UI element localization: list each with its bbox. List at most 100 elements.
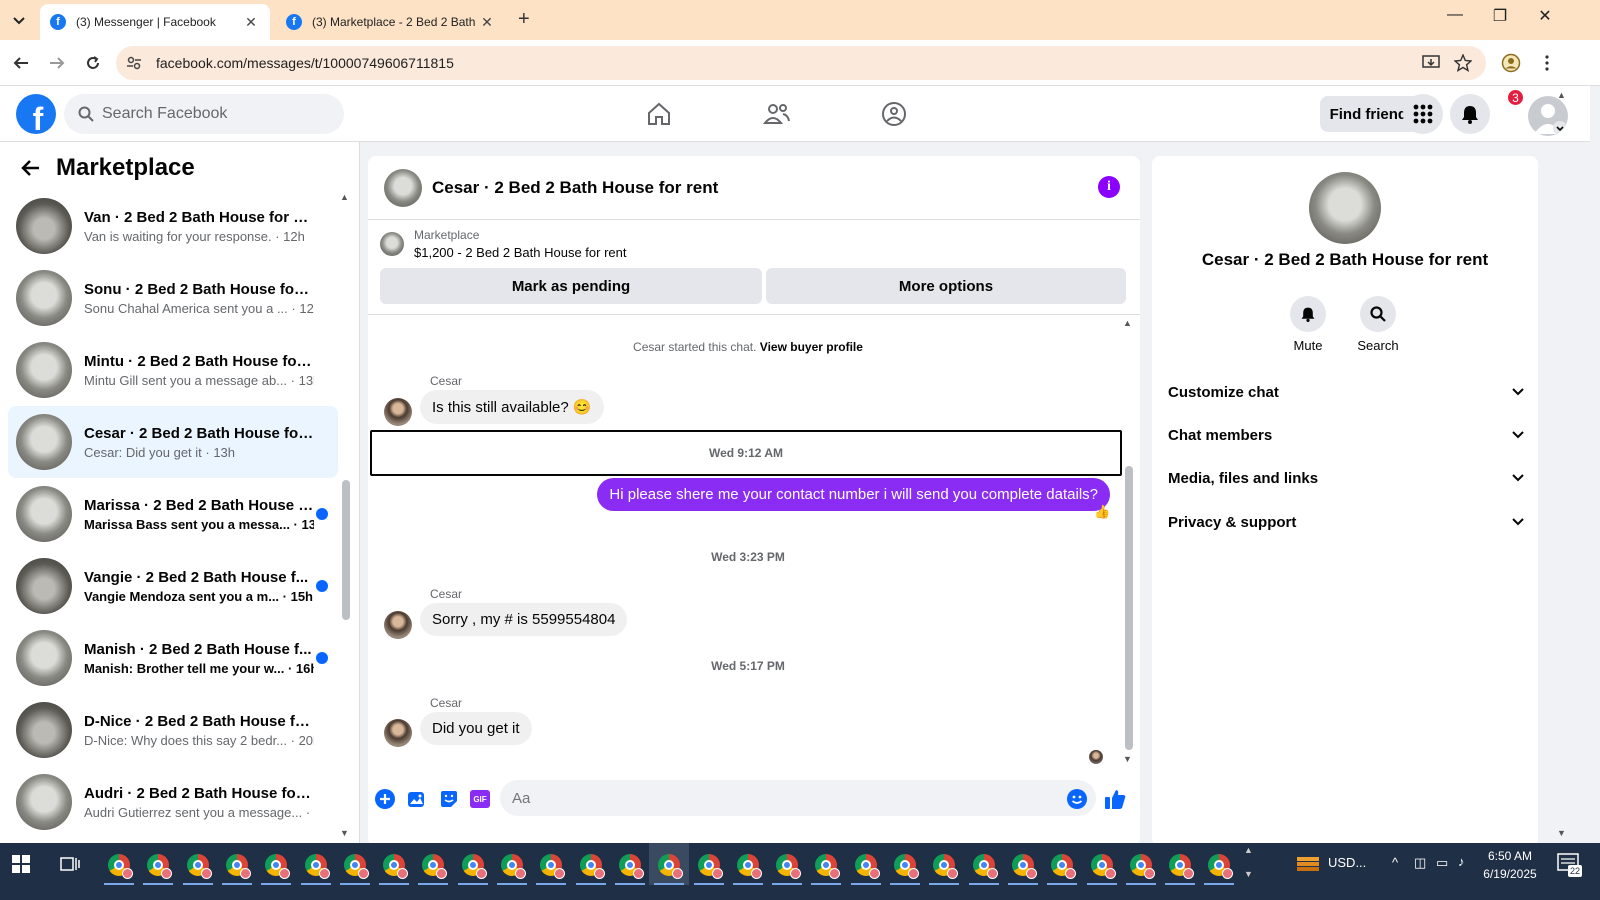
- chrome-taskbar-icon[interactable]: [736, 854, 762, 879]
- facebook-search-input[interactable]: Search Facebook: [64, 94, 344, 134]
- chrome-taskbar-icon[interactable]: [854, 854, 880, 879]
- chrome-taskbar-icon[interactable]: [1051, 854, 1077, 879]
- browser-tab-marketplace[interactable]: f (3) Marketplace - 2 Bed 2 Bath H ✕: [276, 4, 506, 40]
- profile-icon[interactable]: [1500, 52, 1522, 74]
- chrome-taskbar-icon[interactable]: [383, 854, 409, 879]
- chrome-taskbar-icon[interactable]: [1011, 854, 1037, 879]
- chrome-taskbar-icon[interactable]: [972, 854, 998, 879]
- volume-icon[interactable]: ♪: [1458, 854, 1465, 869]
- back-arrow-icon[interactable]: [20, 159, 40, 177]
- page-scroll-up-arrow-icon[interactable]: ▲: [1557, 90, 1566, 100]
- chrome-taskbar-icon[interactable]: [343, 854, 369, 879]
- conversation-item[interactable]: Audri · 2 Bed 2 Bath House for r... Audri…: [8, 766, 338, 838]
- chrome-taskbar-icon[interactable]: [501, 854, 526, 879]
- chrome-taskbar-icon[interactable]: [894, 854, 919, 879]
- chrome-taskbar-icon[interactable]: [776, 854, 802, 879]
- sticker-icon[interactable]: [438, 788, 460, 810]
- notifications-bell-icon[interactable]: [1450, 94, 1490, 134]
- browser-menu-icon[interactable]: [1536, 52, 1558, 74]
- minimize-icon[interactable]: —: [1440, 6, 1470, 24]
- chrome-taskbar-icon[interactable]: [422, 854, 448, 879]
- tab-search-chevron-icon[interactable]: [8, 10, 30, 32]
- scroll-down-arrow-icon[interactable]: ▼: [1123, 754, 1132, 764]
- thumbs-up-send-icon[interactable]: [1104, 788, 1126, 810]
- restore-icon[interactable]: ❐: [1485, 6, 1515, 26]
- chat-info-avatar[interactable]: [1309, 172, 1381, 244]
- site-settings-icon[interactable]: [126, 55, 146, 71]
- gif-icon[interactable]: GIF: [470, 790, 490, 808]
- chrome-taskbar-icon[interactable]: [1129, 854, 1155, 879]
- sender-avatar[interactable]: [384, 398, 412, 426]
- new-tab-icon[interactable]: +: [518, 8, 530, 31]
- conversation-item[interactable]: D-Nice · 2 Bed 2 Bath House for ... D-Nic…: [8, 694, 338, 766]
- forward-arrow-icon[interactable]: [44, 50, 70, 76]
- chrome-taskbar-icon[interactable]: [540, 854, 566, 879]
- chrome-taskbar-icon[interactable]: [1169, 854, 1195, 879]
- incoming-message[interactable]: Sorry , my # is 5599554804: [420, 603, 628, 636]
- reload-icon[interactable]: [80, 50, 106, 76]
- media-files-links-section[interactable]: Media, files and links: [1168, 458, 1524, 498]
- chrome-taskbar-icon[interactable]: [933, 854, 959, 879]
- close-tab-icon[interactable]: ✕: [478, 14, 496, 31]
- groups-icon[interactable]: [878, 98, 910, 130]
- incoming-message[interactable]: Is this still available? 😊: [420, 390, 604, 424]
- conversation-item[interactable]: Sonu · 2 Bed 2 Bath House for r... Sonu C…: [8, 262, 338, 334]
- close-window-icon[interactable]: ✕: [1530, 6, 1560, 26]
- close-tab-icon[interactable]: ✕: [242, 14, 260, 31]
- windows-start-icon[interactable]: [12, 855, 30, 873]
- mark-as-pending-button[interactable]: Mark as pending: [380, 268, 762, 304]
- message-input[interactable]: [500, 780, 1096, 816]
- chat-scrollbar[interactable]: [1125, 466, 1133, 750]
- bookmark-star-icon[interactable]: [1452, 52, 1474, 74]
- chrome-taskbar-icon[interactable]: [658, 854, 684, 879]
- chrome-taskbar-icon[interactable]: [618, 854, 644, 879]
- chrome-taskbar-icon[interactable]: [579, 854, 605, 879]
- chrome-taskbar-icon[interactable]: [815, 854, 841, 879]
- conversation-item[interactable]: Vangie · 2 Bed 2 Bath House f... Vangie M…: [8, 550, 338, 622]
- chrome-taskbar-icon[interactable]: [1208, 854, 1234, 879]
- browser-tab-messenger[interactable]: f (3) Messenger | Facebook ✕: [40, 4, 270, 40]
- conversation-item[interactable]: Cesar · 2 Bed 2 Bath House for r... Cesar…: [8, 406, 338, 478]
- show-hidden-icons-icon[interactable]: ^: [1392, 855, 1398, 870]
- chrome-taskbar-icon[interactable]: [186, 854, 212, 879]
- conversation-item[interactable]: Manish · 2 Bed 2 Bath House f... Manish: …: [8, 622, 338, 694]
- chrome-taskbar-icon[interactable]: [225, 854, 251, 879]
- taskbar-scroll-down-icon[interactable]: ▼: [1244, 869, 1253, 879]
- sender-avatar[interactable]: [384, 611, 412, 639]
- chrome-taskbar-icon[interactable]: [147, 854, 173, 879]
- info-icon[interactable]: i: [1098, 176, 1120, 198]
- scroll-up-arrow-icon[interactable]: ▲: [340, 192, 349, 202]
- friends-icon[interactable]: [761, 98, 793, 130]
- currency-widget-text[interactable]: USD...: [1328, 855, 1366, 870]
- thumbs-up-reaction-icon[interactable]: 👍: [1094, 504, 1110, 520]
- meet-now-icon[interactable]: ◫: [1414, 855, 1426, 871]
- more-options-button[interactable]: More options: [766, 268, 1126, 304]
- emoji-icon[interactable]: [1066, 788, 1088, 810]
- customize-chat-section[interactable]: Customize chat: [1168, 372, 1524, 412]
- conversation-item[interactable]: Mintu · 2 Bed 2 Bath House for r... Mintu…: [8, 334, 338, 406]
- back-arrow-icon[interactable]: [8, 50, 34, 76]
- chrome-taskbar-icon[interactable]: [697, 854, 723, 879]
- photo-attach-icon[interactable]: [406, 788, 428, 810]
- conversation-item[interactable]: Van · 2 Bed 2 Bath House for rent Van is …: [8, 190, 338, 262]
- taskbar-scroll-up-icon[interactable]: ▲: [1244, 845, 1253, 855]
- install-app-icon[interactable]: [1420, 52, 1442, 74]
- chrome-taskbar-icon[interactable]: [1090, 854, 1116, 879]
- sidebar-scrollbar[interactable]: [342, 480, 350, 620]
- search-in-chat-button[interactable]: Search: [1348, 296, 1408, 353]
- chrome-taskbar-icon[interactable]: [265, 854, 291, 879]
- chat-title[interactable]: Cesar · 2 Bed 2 Bath House for rent: [432, 178, 718, 198]
- chrome-taskbar-icon[interactable]: [108, 854, 133, 879]
- incoming-message[interactable]: Did you get it: [420, 712, 532, 745]
- action-center-icon[interactable]: 22: [1556, 851, 1582, 877]
- task-view-icon[interactable]: [60, 855, 80, 873]
- mute-button[interactable]: Mute: [1278, 296, 1338, 353]
- chrome-taskbar-icon[interactable]: [461, 854, 487, 879]
- sender-avatar[interactable]: [384, 719, 412, 747]
- scroll-down-arrow-icon[interactable]: ▼: [340, 828, 349, 838]
- taskbar-clock[interactable]: 6:50 AM 6/19/2025: [1470, 847, 1550, 883]
- privacy-support-section[interactable]: Privacy & support: [1168, 502, 1524, 542]
- listing-summary[interactable]: Marketplace $1,200 - 2 Bed 2 Bath House …: [380, 228, 626, 260]
- currency-widget-icon[interactable]: [1296, 853, 1320, 873]
- chrome-taskbar-icon[interactable]: [304, 854, 330, 879]
